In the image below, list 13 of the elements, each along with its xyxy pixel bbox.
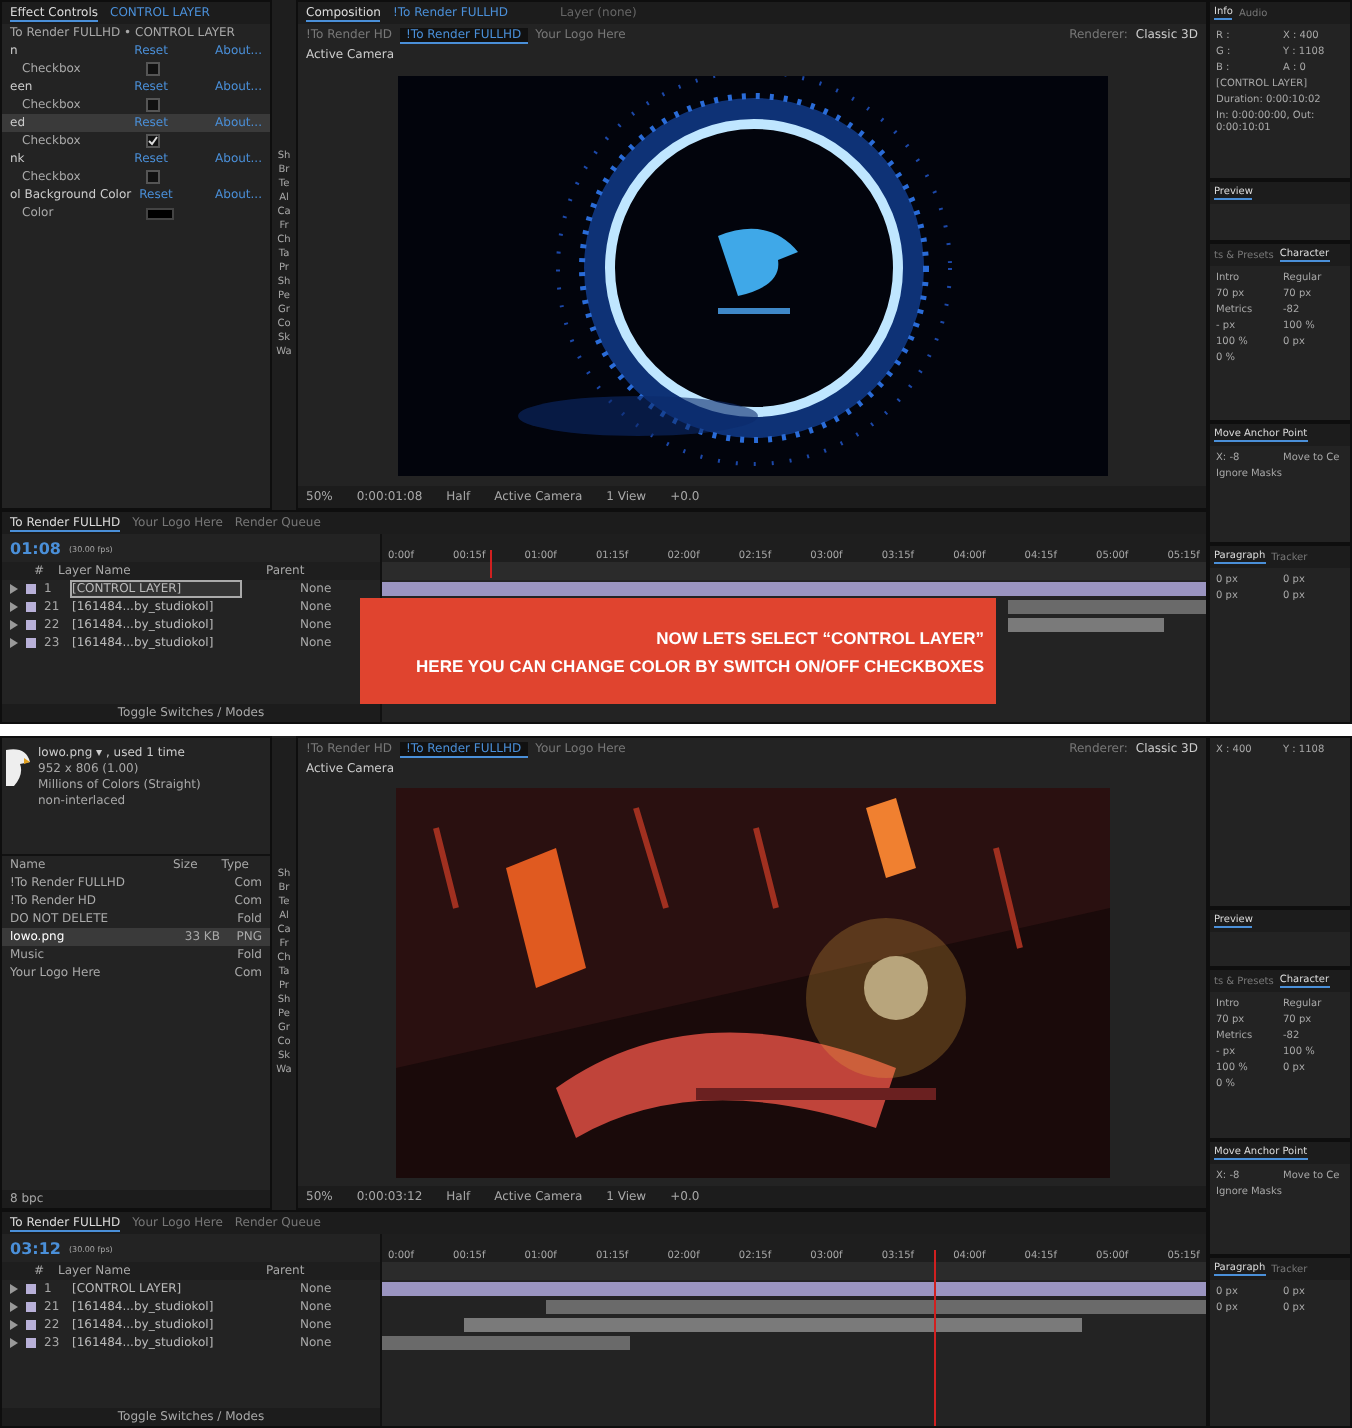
checkbox[interactable]: [146, 98, 160, 112]
current-time[interactable]: 01:08: [10, 539, 61, 557]
layer-bar[interactable]: [1008, 618, 1165, 632]
current-time[interactable]: 03:12: [10, 1239, 61, 1257]
eagle-thumbnail-icon: [6, 746, 30, 786]
checkbox[interactable]: [146, 62, 160, 76]
color-swatch[interactable]: [146, 207, 174, 219]
checkbox[interactable]: [146, 134, 160, 148]
layer-bar[interactable]: [1008, 600, 1206, 614]
layer-bar[interactable]: [382, 1336, 630, 1350]
caption-text: NOW LETS SELECT “CONTROL LAYER”: [656, 627, 984, 647]
caption-text: HERE YOU CAN CHANGE COLOR BY SWITCH ON/OFF CHECKBOXES: [416, 655, 984, 675]
checkbox[interactable]: [146, 170, 160, 184]
